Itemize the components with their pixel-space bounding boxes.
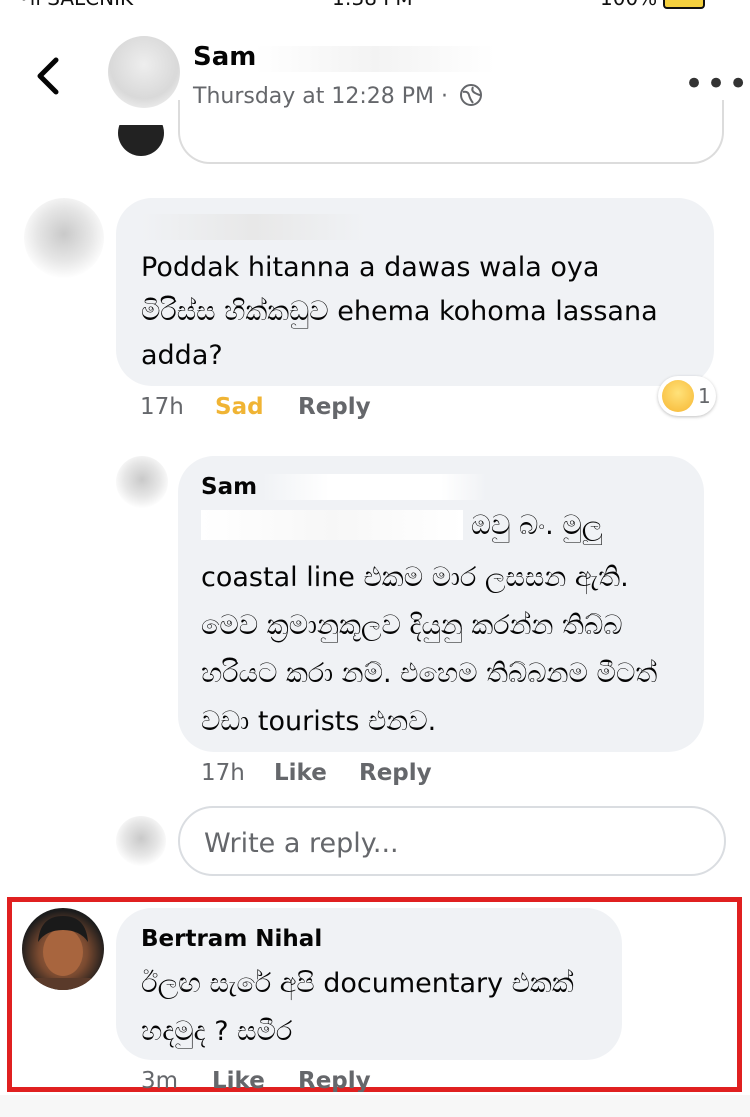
reply-line: වඩා tourists එනව. bbox=[201, 706, 437, 737]
reply-actions: 17h Like Reply bbox=[201, 760, 601, 790]
comment-actions: 3m Like Reply bbox=[141, 1068, 541, 1092]
sad-face-icon bbox=[662, 380, 694, 412]
comment-actions: 17h Sad Reply bbox=[140, 394, 540, 424]
comment-line: මිරිස්ස හික්කඩුව ehema kohoma lassana bbox=[141, 296, 658, 327]
more-options-button[interactable]: ••• bbox=[684, 64, 750, 104]
battery-percent: 100% bbox=[600, 0, 657, 10]
reply-button[interactable]: Reply bbox=[298, 394, 371, 420]
post-author-name[interactable]: Sam bbox=[193, 42, 256, 72]
redacted-author bbox=[141, 214, 366, 240]
reaction-count: 1 bbox=[698, 384, 711, 408]
write-reply-input[interactable]: Write a reply... bbox=[178, 806, 726, 876]
like-button[interactable]: Like bbox=[212, 1068, 265, 1092]
reply-line: coastal line එකම මාර ලසසන ඇති. bbox=[201, 562, 629, 593]
carrier-label: •ıl SALCNIK bbox=[18, 0, 133, 10]
current-user-avatar bbox=[116, 816, 166, 866]
avatar bbox=[118, 125, 164, 156]
comment-line: හදමුද ? සමීර bbox=[141, 1016, 293, 1047]
redacted-name bbox=[255, 46, 495, 72]
chevron-left-icon bbox=[37, 57, 59, 95]
reply-time[interactable]: 17h bbox=[201, 760, 245, 786]
reply-button[interactable]: Reply bbox=[298, 1068, 371, 1092]
sad-reaction-button[interactable]: Sad bbox=[215, 394, 264, 420]
bertram-avatar[interactable] bbox=[22, 908, 104, 990]
reply-line: ඔවු බං. මුලු bbox=[471, 510, 603, 541]
reply-author-avatar[interactable] bbox=[116, 456, 168, 508]
status-bar: •ıl SALCNIK 1:38 PM 100% bbox=[0, 0, 750, 10]
comment-time[interactable]: 3m bbox=[141, 1068, 178, 1092]
clock: 1:38 PM bbox=[332, 0, 413, 10]
reply-line: මෙව ක්‍රමානුකූලව දියුනු කරන්න තිබ්බ bbox=[201, 610, 623, 641]
reply-text: coastal line එකම මාර ලසසන ඇති. මෙව ක්‍රම… bbox=[201, 554, 657, 746]
reply-author[interactable]: Sam bbox=[201, 474, 257, 500]
comment-text: ඊලඟ සැරේ අපි documentary එකක් හදමුද ? සම… bbox=[141, 960, 574, 1056]
avatar-photo bbox=[32, 916, 94, 990]
reply-button[interactable]: Reply bbox=[359, 760, 432, 786]
battery-icon bbox=[663, 0, 706, 9]
like-button[interactable]: Like bbox=[274, 760, 327, 786]
post-author-avatar[interactable] bbox=[108, 36, 180, 108]
comment-line: ඊලඟ සැරේ අපි documentary එකක් bbox=[141, 968, 574, 999]
comment-author[interactable]: Bertram Nihal bbox=[141, 926, 322, 952]
comment-text: Poddak hitanna a dawas wala oya මිරිස්ස … bbox=[141, 246, 658, 378]
comment-line: Poddak hitanna a dawas wala oya bbox=[141, 252, 600, 283]
reply-line: හරියට කරා නම්. එහෙම තිබ්බනම මීටත් bbox=[201, 658, 658, 689]
redacted-mention bbox=[201, 510, 463, 540]
redacted-name bbox=[262, 474, 486, 500]
battery-indicator: 100% bbox=[600, 0, 706, 10]
comment-time[interactable]: 17h bbox=[140, 394, 184, 420]
back-button[interactable] bbox=[28, 50, 68, 102]
comment-line: adda? bbox=[141, 340, 223, 371]
commenter-avatar[interactable] bbox=[24, 198, 104, 278]
previous-reply-input[interactable] bbox=[178, 100, 724, 164]
more-icon: ••• bbox=[684, 64, 750, 104]
bottom-edge bbox=[0, 1095, 750, 1117]
